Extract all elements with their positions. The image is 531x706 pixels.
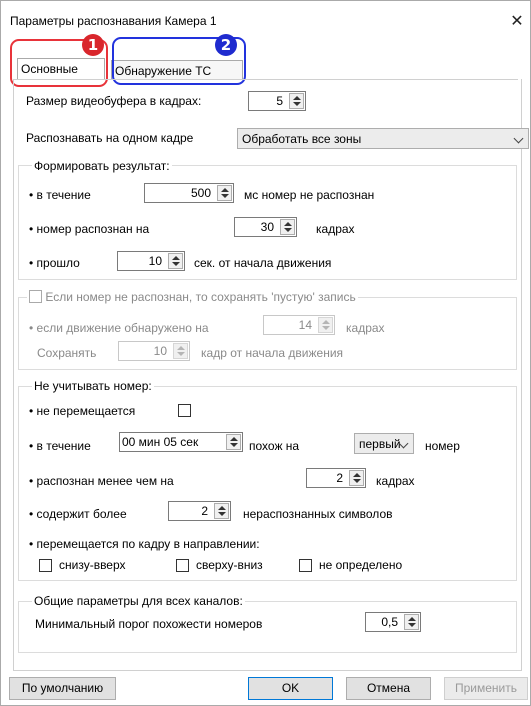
recognized-less-value: 2	[336, 471, 343, 485]
recognize-frame-select[interactable]: Обработать все зоны	[237, 128, 529, 149]
contains-more-spinner[interactable]: 2	[168, 501, 231, 521]
direction-up-label: снизу-вверх	[59, 558, 126, 572]
save-spinner[interactable]: 10	[118, 341, 190, 361]
direction-label: • перемещается по кадру в направлении:	[29, 537, 260, 551]
motion-value: 14	[298, 318, 312, 332]
buffer-label: Размер видеобуфера в кадрах:	[26, 94, 202, 108]
spinner-arrows-icon[interactable]	[318, 317, 333, 333]
ok-button[interactable]: OK	[248, 677, 333, 700]
passed-value: 10	[148, 254, 162, 268]
spinner-arrows-icon[interactable]	[217, 185, 232, 201]
save-label: Сохранять	[37, 346, 97, 360]
passed-spinner[interactable]: 10	[117, 251, 185, 271]
badge-2: 2	[215, 34, 237, 56]
badge-1: 1	[82, 34, 104, 56]
spinner-arrows-icon[interactable]	[289, 93, 304, 109]
ignore-title: Не учитывать номер:	[32, 378, 154, 394]
buffer-value: 5	[276, 94, 283, 108]
cancel-button[interactable]: Отмена	[346, 677, 431, 700]
contains-more-value: 2	[201, 504, 208, 518]
empty-record-header: Если номер не распознан, то сохранять 'п…	[27, 289, 358, 305]
recognized-on-suffix: кадрах	[316, 222, 355, 236]
similar-suffix: номер	[425, 439, 460, 453]
spinner-arrows-icon[interactable]	[214, 503, 229, 519]
motion-suffix: кадрах	[346, 321, 385, 335]
buffer-spinner[interactable]: 5	[248, 91, 306, 111]
recognized-less-suffix: кадрах	[376, 474, 415, 488]
threshold-value: 0,5	[381, 615, 398, 629]
spinner-arrows-icon[interactable]	[404, 614, 419, 630]
motion-label: • если движение обнаружено на	[29, 321, 209, 335]
save-suffix: кадр от начала движения	[201, 346, 344, 360]
direction-down-label: сверху-вниз	[196, 558, 263, 572]
default-button[interactable]: По умолчанию	[9, 677, 116, 700]
recognize-frame-label: Распознавать на одном кадре	[26, 131, 194, 145]
ignore-during-label: • в течение	[29, 439, 91, 453]
direction-down-checkbox[interactable]	[176, 559, 189, 572]
ignore-during-value: 00 мин 05 сек	[122, 435, 199, 449]
dialog-window: Параметры распознавания Камера 1 ✕ Основ…	[0, 0, 531, 706]
contains-more-label: • содержит более	[29, 507, 127, 521]
close-icon[interactable]: ✕	[507, 11, 527, 31]
save-value: 10	[153, 344, 167, 358]
recognized-less-spinner[interactable]: 2	[306, 468, 366, 488]
recognized-on-value: 30	[260, 220, 274, 234]
common-title: Общие параметры для всех каналов:	[32, 593, 245, 609]
similar-select[interactable]: первый	[354, 433, 414, 454]
during-label: • в течение	[29, 188, 91, 202]
similar-selected: первый	[359, 437, 401, 451]
recognize-frame-selected: Обработать все зоны	[242, 132, 362, 146]
recognized-on-label: • номер распознан на	[29, 222, 150, 236]
contains-more-suffix: нераспознанных символов	[243, 507, 393, 521]
motion-spinner[interactable]: 14	[263, 315, 335, 335]
form-result-title: Формировать результат:	[32, 158, 172, 174]
spinner-arrows-icon[interactable]	[168, 253, 183, 269]
empty-record-checkbox[interactable]	[29, 290, 42, 303]
direction-undefined-label: не определено	[319, 558, 403, 572]
direction-up-checkbox[interactable]	[39, 559, 52, 572]
ignore-during-spinner[interactable]: 00 мин 05 сек	[119, 432, 243, 452]
spinner-arrows-icon[interactable]	[173, 343, 188, 359]
spinner-arrows-icon[interactable]	[226, 434, 241, 450]
window-title: Параметры распознавания Камера 1	[10, 14, 217, 28]
during-suffix: мс номер не распознан	[244, 188, 375, 202]
direction-undefined-checkbox[interactable]	[299, 559, 312, 572]
during-spinner[interactable]: 500	[144, 183, 234, 203]
threshold-label: Минимальный порог похожести номеров	[35, 617, 263, 631]
threshold-spinner[interactable]: 0,5	[365, 612, 421, 632]
chevron-down-icon	[513, 133, 524, 144]
not-moving-checkbox[interactable]	[178, 404, 191, 417]
spinner-arrows-icon[interactable]	[349, 470, 364, 486]
passed-label: • прошло	[29, 256, 80, 270]
apply-button[interactable]: Применить	[444, 677, 528, 700]
similar-label: похож на	[249, 439, 300, 453]
recognized-less-label: • распознан менее чем на	[29, 474, 174, 488]
empty-record-title: Если номер не распознан, то сохранять 'п…	[45, 290, 356, 304]
not-moving-label: • не перемещается	[29, 404, 136, 418]
during-value: 500	[190, 186, 211, 200]
spinner-arrows-icon[interactable]	[280, 219, 295, 235]
recognized-on-spinner[interactable]: 30	[234, 217, 297, 237]
title-bar: Параметры распознавания Камера 1 ✕	[1, 1, 531, 41]
passed-suffix: сек. от начала движения	[194, 256, 332, 270]
